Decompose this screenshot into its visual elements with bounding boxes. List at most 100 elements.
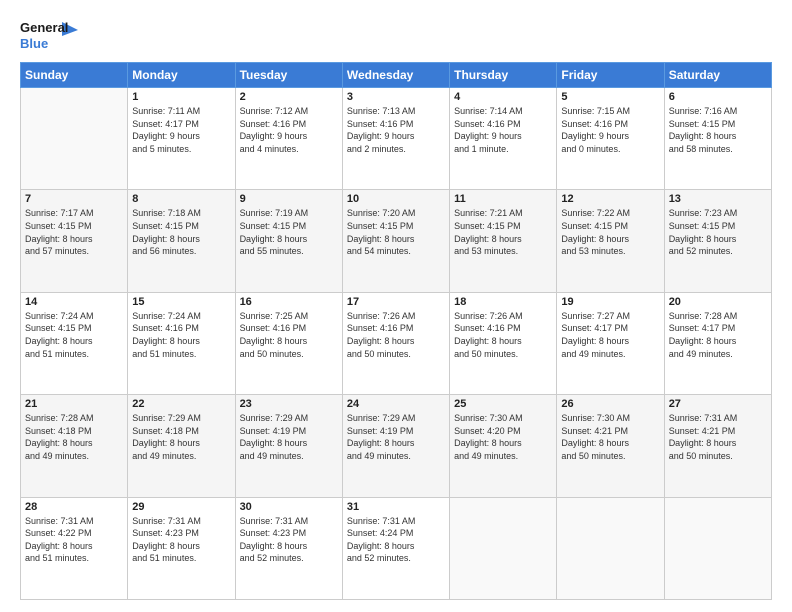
weekday-header-sunday: Sunday (21, 63, 128, 88)
day-info: Sunrise: 7:22 AM Sunset: 4:15 PM Dayligh… (561, 207, 659, 257)
day-info: Sunrise: 7:21 AM Sunset: 4:15 PM Dayligh… (454, 207, 552, 257)
calendar-day-cell: 9 Sunrise: 7:19 AM Sunset: 4:15 PM Daylig… (235, 190, 342, 292)
logo-svg: GeneralBlue (20, 18, 80, 54)
day-number: 24 (347, 398, 445, 410)
calendar-day-cell (664, 497, 771, 599)
day-info: Sunrise: 7:17 AM Sunset: 4:15 PM Dayligh… (25, 207, 123, 257)
day-info: Sunrise: 7:16 AM Sunset: 4:15 PM Dayligh… (669, 105, 767, 155)
day-number: 13 (669, 193, 767, 205)
day-number: 10 (347, 193, 445, 205)
svg-text:General: General (20, 20, 68, 35)
day-info: Sunrise: 7:14 AM Sunset: 4:16 PM Dayligh… (454, 105, 552, 155)
day-info: Sunrise: 7:26 AM Sunset: 4:16 PM Dayligh… (454, 310, 552, 360)
day-info: Sunrise: 7:28 AM Sunset: 4:17 PM Dayligh… (669, 310, 767, 360)
calendar-week-row: 7Sunrise: 7:17 AM Sunset: 4:15 PM Daylig… (21, 190, 772, 292)
day-info: Sunrise: 7:11 AM Sunset: 4:17 PM Dayligh… (132, 105, 230, 155)
calendar-day-cell: 2Sunrise: 7:12 AM Sunset: 4:16 PM Daylig… (235, 88, 342, 190)
calendar-week-row: 28Sunrise: 7:31 AM Sunset: 4:22 PM Dayli… (21, 497, 772, 599)
day-number: 21 (25, 398, 123, 410)
day-number: 18 (454, 296, 552, 308)
day-info: Sunrise: 7:31 AM Sunset: 4:23 PM Dayligh… (132, 515, 230, 565)
day-number: 15 (132, 296, 230, 308)
day-number: 12 (561, 193, 659, 205)
calendar-day-cell: 3 Sunrise: 7:13 AM Sunset: 4:16 PM Daylig… (342, 88, 449, 190)
calendar-day-cell: 17 Sunrise: 7:26 AM Sunset: 4:16 PM Dayli… (342, 292, 449, 394)
calendar-day-cell: 5 Sunrise: 7:15 AM Sunset: 4:16 PM Daylig… (557, 88, 664, 190)
calendar-day-cell: 4 Sunrise: 7:14 AM Sunset: 4:16 PM Daylig… (450, 88, 557, 190)
calendar-day-cell: 22Sunrise: 7:29 AM Sunset: 4:18 PM Dayli… (128, 395, 235, 497)
day-number: 14 (25, 296, 123, 308)
day-info: Sunrise: 7:31 AM Sunset: 4:23 PM Dayligh… (240, 515, 338, 565)
calendar-day-cell: 8 Sunrise: 7:18 AM Sunset: 4:15 PM Daylig… (128, 190, 235, 292)
calendar-day-cell: 31 Sunrise: 7:31 AM Sunset: 4:24 PM Dayli… (342, 497, 449, 599)
weekday-header-tuesday: Tuesday (235, 63, 342, 88)
day-number: 16 (240, 296, 338, 308)
day-info: Sunrise: 7:15 AM Sunset: 4:16 PM Dayligh… (561, 105, 659, 155)
day-info: Sunrise: 7:29 AM Sunset: 4:19 PM Dayligh… (240, 412, 338, 462)
day-info: Sunrise: 7:25 AM Sunset: 4:16 PM Dayligh… (240, 310, 338, 360)
day-number: 25 (454, 398, 552, 410)
day-info: Sunrise: 7:20 AM Sunset: 4:15 PM Dayligh… (347, 207, 445, 257)
day-info: Sunrise: 7:31 AM Sunset: 4:24 PM Dayligh… (347, 515, 445, 565)
calendar-day-cell: 23 Sunrise: 7:29 AM Sunset: 4:19 PM Dayli… (235, 395, 342, 497)
day-info: Sunrise: 7:18 AM Sunset: 4:15 PM Dayligh… (132, 207, 230, 257)
calendar-day-cell: 13Sunrise: 7:23 AM Sunset: 4:15 PM Dayli… (664, 190, 771, 292)
day-number: 30 (240, 501, 338, 513)
day-number: 28 (25, 501, 123, 513)
weekday-header-monday: Monday (128, 63, 235, 88)
calendar-day-cell: 25Sunrise: 7:30 AM Sunset: 4:20 PM Dayli… (450, 395, 557, 497)
calendar-week-row: 21Sunrise: 7:28 AM Sunset: 4:18 PM Dayli… (21, 395, 772, 497)
calendar-day-cell: 10 Sunrise: 7:20 AM Sunset: 4:15 PM Dayli… (342, 190, 449, 292)
day-number: 9 (240, 193, 338, 205)
calendar-day-cell: 26 Sunrise: 7:30 AM Sunset: 4:21 PM Dayli… (557, 395, 664, 497)
day-info: Sunrise: 7:26 AM Sunset: 4:16 PM Dayligh… (347, 310, 445, 360)
calendar-day-cell: 24Sunrise: 7:29 AM Sunset: 4:19 PM Dayli… (342, 395, 449, 497)
day-info: Sunrise: 7:12 AM Sunset: 4:16 PM Dayligh… (240, 105, 338, 155)
day-number: 17 (347, 296, 445, 308)
day-info: Sunrise: 7:24 AM Sunset: 4:15 PM Dayligh… (25, 310, 123, 360)
weekday-header-friday: Friday (557, 63, 664, 88)
day-number: 27 (669, 398, 767, 410)
day-info: Sunrise: 7:30 AM Sunset: 4:21 PM Dayligh… (561, 412, 659, 462)
calendar-day-cell: 12 Sunrise: 7:22 AM Sunset: 4:15 PM Dayli… (557, 190, 664, 292)
day-number: 31 (347, 501, 445, 513)
calendar-day-cell: 15 Sunrise: 7:24 AM Sunset: 4:16 PM Dayli… (128, 292, 235, 394)
day-info: Sunrise: 7:24 AM Sunset: 4:16 PM Dayligh… (132, 310, 230, 360)
day-number: 11 (454, 193, 552, 205)
day-info: Sunrise: 7:27 AM Sunset: 4:17 PM Dayligh… (561, 310, 659, 360)
calendar-page: GeneralBlue SundayMondayTuesdayWednesday… (0, 0, 792, 612)
weekday-header-thursday: Thursday (450, 63, 557, 88)
calendar-day-cell: 21Sunrise: 7:28 AM Sunset: 4:18 PM Dayli… (21, 395, 128, 497)
day-number: 22 (132, 398, 230, 410)
header: GeneralBlue (20, 18, 772, 54)
calendar-day-cell: 19Sunrise: 7:27 AM Sunset: 4:17 PM Dayli… (557, 292, 664, 394)
day-number: 5 (561, 91, 659, 103)
calendar-table: SundayMondayTuesdayWednesdayThursdayFrid… (20, 62, 772, 600)
logo: GeneralBlue (20, 18, 80, 54)
calendar-day-cell: 7Sunrise: 7:17 AM Sunset: 4:15 PM Daylig… (21, 190, 128, 292)
day-info: Sunrise: 7:19 AM Sunset: 4:15 PM Dayligh… (240, 207, 338, 257)
calendar-day-cell: 16 Sunrise: 7:25 AM Sunset: 4:16 PM Dayli… (235, 292, 342, 394)
day-number: 20 (669, 296, 767, 308)
day-number: 6 (669, 91, 767, 103)
calendar-week-row: 14 Sunrise: 7:24 AM Sunset: 4:15 PM Dayli… (21, 292, 772, 394)
day-number: 3 (347, 91, 445, 103)
day-number: 8 (132, 193, 230, 205)
weekday-header-wednesday: Wednesday (342, 63, 449, 88)
day-number: 29 (132, 501, 230, 513)
calendar-week-row: 1 Sunrise: 7:11 AM Sunset: 4:17 PM Daylig… (21, 88, 772, 190)
day-number: 1 (132, 91, 230, 103)
day-number: 4 (454, 91, 552, 103)
calendar-day-cell: 6 Sunrise: 7:16 AM Sunset: 4:15 PM Daylig… (664, 88, 771, 190)
svg-text:Blue: Blue (20, 36, 48, 51)
calendar-day-cell: 29 Sunrise: 7:31 AM Sunset: 4:23 PM Dayli… (128, 497, 235, 599)
calendar-day-cell (450, 497, 557, 599)
day-number: 26 (561, 398, 659, 410)
day-number: 23 (240, 398, 338, 410)
calendar-day-cell: 27 Sunrise: 7:31 AM Sunset: 4:21 PM Dayli… (664, 395, 771, 497)
day-info: Sunrise: 7:31 AM Sunset: 4:21 PM Dayligh… (669, 412, 767, 462)
day-info: Sunrise: 7:13 AM Sunset: 4:16 PM Dayligh… (347, 105, 445, 155)
calendar-day-cell: 1 Sunrise: 7:11 AM Sunset: 4:17 PM Daylig… (128, 88, 235, 190)
weekday-header-row: SundayMondayTuesdayWednesdayThursdayFrid… (21, 63, 772, 88)
calendar-day-cell: 18 Sunrise: 7:26 AM Sunset: 4:16 PM Dayli… (450, 292, 557, 394)
